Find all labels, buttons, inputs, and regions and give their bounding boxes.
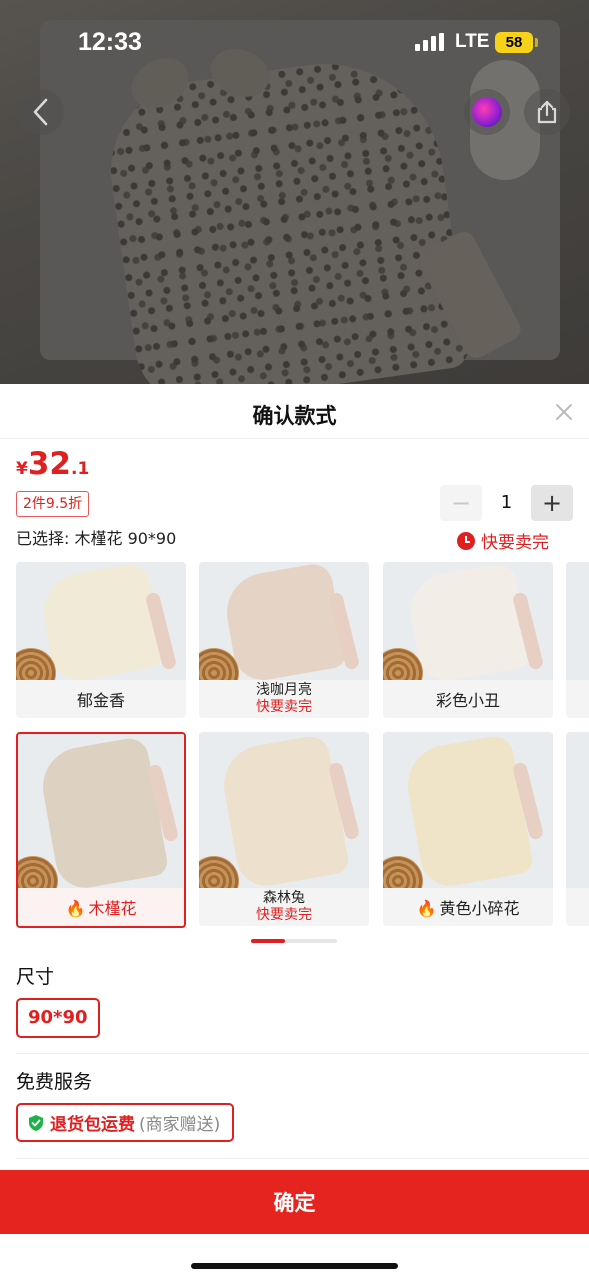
confirm-button[interactable]: 确定 — [0, 1170, 589, 1234]
close-icon — [556, 404, 572, 420]
variant-image — [566, 732, 589, 888]
network-type: LTE — [455, 31, 490, 52]
variant-image — [199, 732, 369, 888]
variant-grid: 郁金香 浅咖月亮 快要卖完 彩色小丑 � — [16, 562, 589, 932]
live-button[interactable] — [464, 89, 510, 135]
free-return-shipping-chip[interactable]: 退货包运费 (商家赠送) — [16, 1103, 235, 1142]
selling-fast-text: 快要卖完 — [481, 533, 549, 553]
variant-image — [383, 732, 553, 888]
variant-image — [16, 562, 186, 680]
variant-card-partial[interactable] — [566, 732, 589, 926]
fire-icon: 🔥 — [416, 899, 437, 918]
chevron-left-icon — [33, 98, 48, 126]
variant-stock-tag: 快要卖完 — [256, 699, 312, 715]
section-divider — [16, 1158, 589, 1159]
variant-card[interactable]: 森林兔 快要卖完 — [199, 732, 369, 926]
selected-summary: 已选择: 木槿花 90*90 — [16, 529, 177, 548]
back-button[interactable] — [18, 89, 64, 135]
status-bar: 12:33 LTE 58 — [0, 0, 589, 90]
variant-card[interactable]: 浅咖月亮 快要卖完 — [199, 562, 369, 718]
battery-tip — [535, 38, 538, 47]
shield-check-icon — [29, 1114, 43, 1131]
variant-card[interactable]: 彩色小丑 — [383, 562, 553, 718]
header-divider — [0, 438, 589, 439]
price-decimal: .1 — [70, 459, 90, 479]
variant-name: 彩色小丑 — [435, 691, 500, 710]
alarm-clock-icon — [457, 531, 475, 550]
share-button[interactable] — [524, 89, 570, 135]
grid-scroll-indicator — [251, 939, 337, 943]
status-time: 12:33 — [78, 28, 142, 56]
variant-card-partial[interactable] — [566, 562, 589, 718]
quantity-minus-button[interactable]: − — [440, 485, 482, 521]
variant-card-selected[interactable]: 🔥 木槿花 — [16, 732, 186, 928]
variant-name: 郁金香 — [76, 691, 125, 710]
variant-image — [18, 734, 184, 888]
price-integer: 32 — [27, 446, 71, 482]
discount-badge: 2件9.5折 — [16, 491, 90, 517]
quantity-stepper: − 1 + — [440, 485, 573, 521]
size-section-title: 尺寸 — [16, 966, 55, 988]
service-name: 退货包运费 — [50, 1115, 135, 1135]
home-indicator — [191, 1263, 398, 1269]
price: ¥32.1 — [16, 446, 89, 482]
variant-name: 黄色小碎花 — [439, 899, 520, 918]
service-note: (商家赠送) — [139, 1115, 221, 1135]
variant-name: 浅咖月亮 — [256, 682, 312, 698]
live-orb-icon — [472, 97, 502, 127]
variant-stock-tag: 快要卖完 — [256, 907, 312, 923]
battery-icon: 58 — [495, 32, 533, 53]
variant-image — [383, 562, 553, 680]
variant-card[interactable]: 🔥 黄色小碎花 — [383, 732, 553, 926]
quantity-value[interactable]: 1 — [482, 485, 531, 521]
variant-card[interactable]: 郁金香 — [16, 562, 186, 718]
selling-fast-notice: 快要卖完 — [457, 528, 549, 553]
variant-sheet: 确认款式 ¥32.1 2件9.5折 已选择: 木槿花 90*90 − 1 + 快… — [0, 384, 589, 1280]
variant-image — [566, 562, 589, 680]
service-section-title: 免费服务 — [16, 1071, 93, 1093]
variant-name: 木槿花 — [88, 899, 137, 918]
fire-icon: 🔥 — [65, 899, 86, 918]
close-button[interactable] — [552, 400, 576, 424]
quantity-plus-button[interactable]: + — [531, 485, 573, 521]
section-divider — [16, 1053, 589, 1054]
variant-image — [199, 562, 369, 680]
price-currency: ¥ — [16, 459, 28, 479]
share-icon — [537, 100, 557, 124]
sheet-title: 确认款式 — [252, 404, 337, 428]
variant-name: 森林兔 — [263, 890, 305, 906]
size-option-selected[interactable]: 90*90 — [16, 998, 100, 1038]
